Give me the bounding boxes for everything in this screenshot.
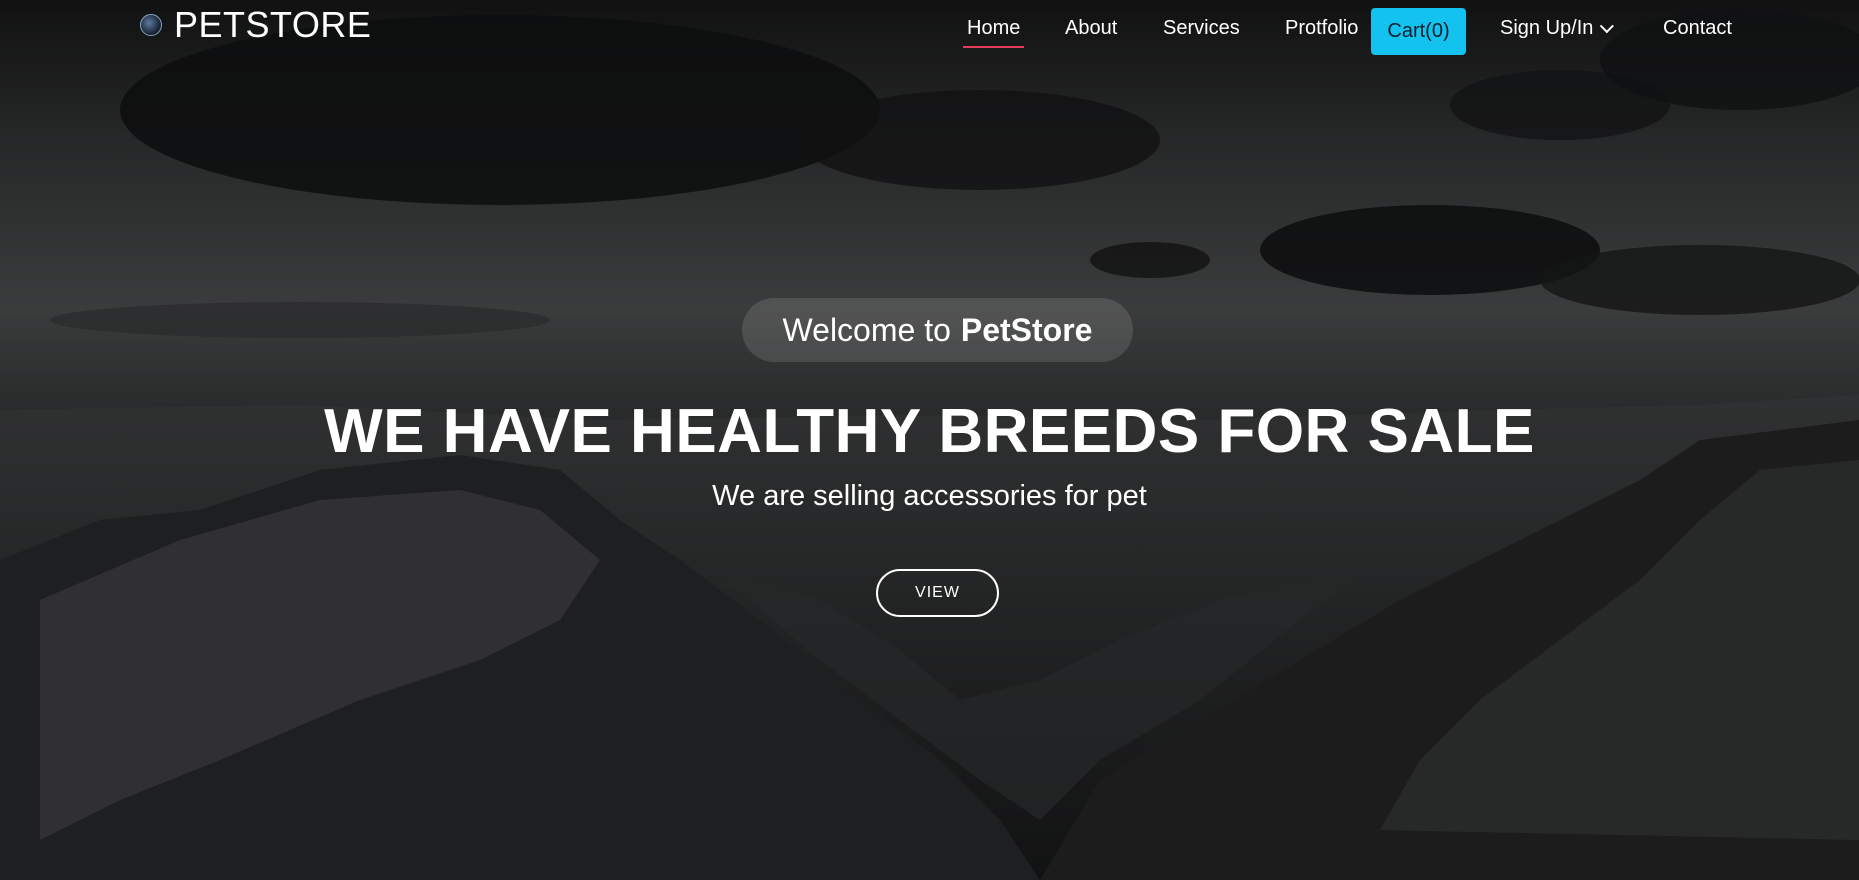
welcome-brand: PetStore [960, 311, 1093, 348]
hero-subheadline: We are selling accessories for pet [712, 480, 1147, 512]
nav-about[interactable]: About [1065, 16, 1117, 40]
hero-headline: WE HAVE HEALTHY BREEDS FOR SALE [324, 397, 1535, 466]
nav-contact[interactable]: Contact [1663, 16, 1732, 40]
site-header: PETSTORE Home About Services Protfolio C… [0, 0, 1859, 56]
view-button[interactable]: VIEW [876, 569, 999, 617]
cart-button[interactable]: Cart(0) [1371, 8, 1466, 55]
welcome-prefix: Welcome to [782, 311, 951, 348]
nav-home[interactable]: Home [962, 16, 1025, 48]
nav-signin-label: Sign Up/In [1500, 17, 1594, 39]
chevron-down-icon [1600, 19, 1615, 34]
main-nav: Home About Services Protfolio Cart(0) Si… [0, 4, 1859, 55]
hero-section: PETSTORE Home About Services Protfolio C… [0, 0, 1859, 880]
nav-portfolio[interactable]: Protfolio [1285, 16, 1358, 40]
nav-services[interactable]: Services [1163, 16, 1240, 40]
welcome-badge: Welcome to PetStore [742, 298, 1133, 362]
nav-signin-dropdown[interactable]: Sign Up/In [1500, 16, 1615, 40]
